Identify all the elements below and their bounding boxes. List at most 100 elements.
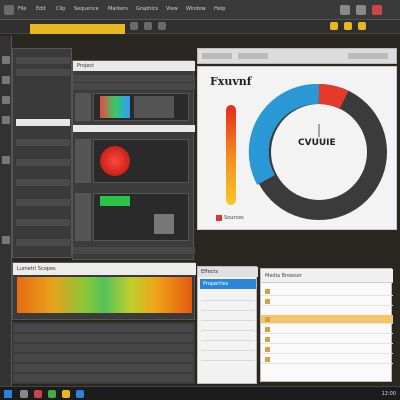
menu-sequence[interactable]: Sequence bbox=[74, 6, 99, 12]
folder-icon bbox=[265, 337, 270, 342]
text-tool-icon[interactable] bbox=[2, 116, 10, 124]
folder-icon bbox=[265, 317, 270, 322]
menu-view[interactable]: View bbox=[166, 6, 178, 12]
clip-image bbox=[154, 214, 174, 234]
hand-tool-icon[interactable] bbox=[2, 96, 10, 104]
menu-file[interactable]: File bbox=[18, 6, 26, 12]
menu-graphics[interactable]: Graphics bbox=[136, 6, 158, 12]
tab[interactable] bbox=[348, 53, 388, 59]
list-item[interactable] bbox=[16, 57, 70, 64]
panel-header: Project bbox=[73, 61, 195, 71]
tab[interactable] bbox=[238, 53, 268, 59]
track-row[interactable] bbox=[14, 364, 193, 372]
list-item-selected[interactable] bbox=[16, 119, 70, 126]
tool-icon[interactable] bbox=[358, 22, 366, 30]
list-item[interactable] bbox=[16, 239, 70, 246]
panel-title: Effects bbox=[201, 269, 218, 275]
chart-legend: Sources bbox=[224, 215, 244, 221]
thumb-strip bbox=[75, 139, 91, 183]
clip-image bbox=[100, 196, 130, 206]
bin-panel bbox=[12, 48, 72, 258]
property-row[interactable] bbox=[201, 335, 255, 341]
property-row[interactable] bbox=[201, 355, 255, 361]
menu-edit[interactable]: Edit bbox=[36, 6, 46, 12]
menu-help[interactable]: Help bbox=[214, 6, 225, 12]
app-icon[interactable] bbox=[20, 390, 28, 398]
track-row[interactable] bbox=[14, 374, 193, 382]
list-item[interactable] bbox=[16, 219, 70, 226]
effects-panel: Effects Properties bbox=[197, 266, 258, 384]
pen-tool-icon[interactable] bbox=[2, 156, 10, 164]
clip-image bbox=[100, 96, 130, 118]
list-item[interactable] bbox=[16, 69, 70, 76]
list-item[interactable] bbox=[261, 345, 393, 354]
thumb-strip bbox=[75, 93, 91, 121]
track-row[interactable] bbox=[14, 344, 193, 352]
selection-tool-icon[interactable] bbox=[2, 56, 10, 64]
list-item[interactable] bbox=[261, 335, 393, 344]
table-row[interactable] bbox=[73, 83, 195, 91]
start-icon[interactable] bbox=[4, 390, 12, 398]
track-row[interactable] bbox=[14, 324, 193, 332]
workspace-tab-active[interactable] bbox=[30, 24, 125, 34]
list-item[interactable] bbox=[261, 297, 393, 306]
tool-sidebar bbox=[0, 36, 12, 386]
property-row[interactable] bbox=[201, 295, 255, 301]
app-icon[interactable] bbox=[48, 390, 56, 398]
clip-thumbnail[interactable] bbox=[93, 93, 189, 121]
folder-icon bbox=[265, 347, 270, 352]
folder-icon bbox=[265, 289, 270, 294]
track-row[interactable] bbox=[14, 354, 193, 362]
panel-title: Project bbox=[77, 63, 95, 69]
razor-tool-icon[interactable] bbox=[2, 76, 10, 84]
tool-icon[interactable] bbox=[344, 22, 352, 30]
close-icon[interactable] bbox=[372, 5, 382, 15]
menu-clip[interactable]: Clip bbox=[56, 6, 65, 12]
list-item[interactable] bbox=[261, 355, 393, 364]
donut-label: CVUUIE bbox=[298, 138, 336, 148]
list-item[interactable] bbox=[261, 287, 393, 296]
track-row[interactable] bbox=[14, 334, 193, 342]
timeline-tracks bbox=[12, 322, 195, 384]
donut-slice-red bbox=[318, 84, 349, 110]
list-item[interactable] bbox=[16, 179, 70, 186]
tool-icon[interactable] bbox=[330, 22, 338, 30]
tool-icon[interactable] bbox=[158, 22, 166, 30]
table-row[interactable] bbox=[73, 125, 195, 133]
list-item[interactable] bbox=[261, 325, 393, 334]
table-row[interactable] bbox=[73, 75, 195, 83]
gauge-bar bbox=[226, 105, 236, 205]
list-item[interactable] bbox=[16, 159, 70, 166]
panel-title: Media Browser bbox=[265, 273, 302, 279]
list-item[interactable] bbox=[16, 139, 70, 146]
property-row[interactable] bbox=[201, 325, 255, 331]
clock: 12:00 bbox=[381, 391, 396, 397]
app-icon[interactable] bbox=[34, 390, 42, 398]
tool-icon[interactable] bbox=[130, 22, 138, 30]
list-item-selected[interactable] bbox=[261, 315, 393, 324]
donut-chart bbox=[248, 83, 387, 220]
tab[interactable] bbox=[202, 53, 232, 59]
menu-window[interactable]: Window bbox=[186, 6, 206, 12]
table-row[interactable] bbox=[73, 247, 195, 255]
property-row[interactable] bbox=[201, 345, 255, 351]
folder-icon bbox=[265, 357, 270, 362]
minimize-icon[interactable] bbox=[340, 5, 350, 15]
maximize-icon[interactable] bbox=[356, 5, 366, 15]
property-row[interactable] bbox=[201, 315, 255, 321]
zoom-tool-icon[interactable] bbox=[2, 236, 10, 244]
app-icon[interactable] bbox=[62, 390, 70, 398]
list-item[interactable] bbox=[16, 199, 70, 206]
selected-item-label: Properties bbox=[203, 281, 229, 287]
clip-thumbnail[interactable] bbox=[93, 139, 189, 183]
clip-thumbnail[interactable] bbox=[93, 193, 189, 241]
project-panel: Project bbox=[72, 60, 195, 260]
selected-item[interactable]: Properties bbox=[200, 279, 256, 289]
app-icon[interactable] bbox=[76, 390, 84, 398]
menu-markers[interactable]: Markers bbox=[108, 6, 128, 12]
property-row[interactable] bbox=[201, 305, 255, 311]
folder-icon bbox=[265, 327, 270, 332]
clip-image bbox=[100, 146, 130, 176]
tool-icon[interactable] bbox=[144, 22, 152, 30]
clip-image bbox=[134, 96, 174, 118]
